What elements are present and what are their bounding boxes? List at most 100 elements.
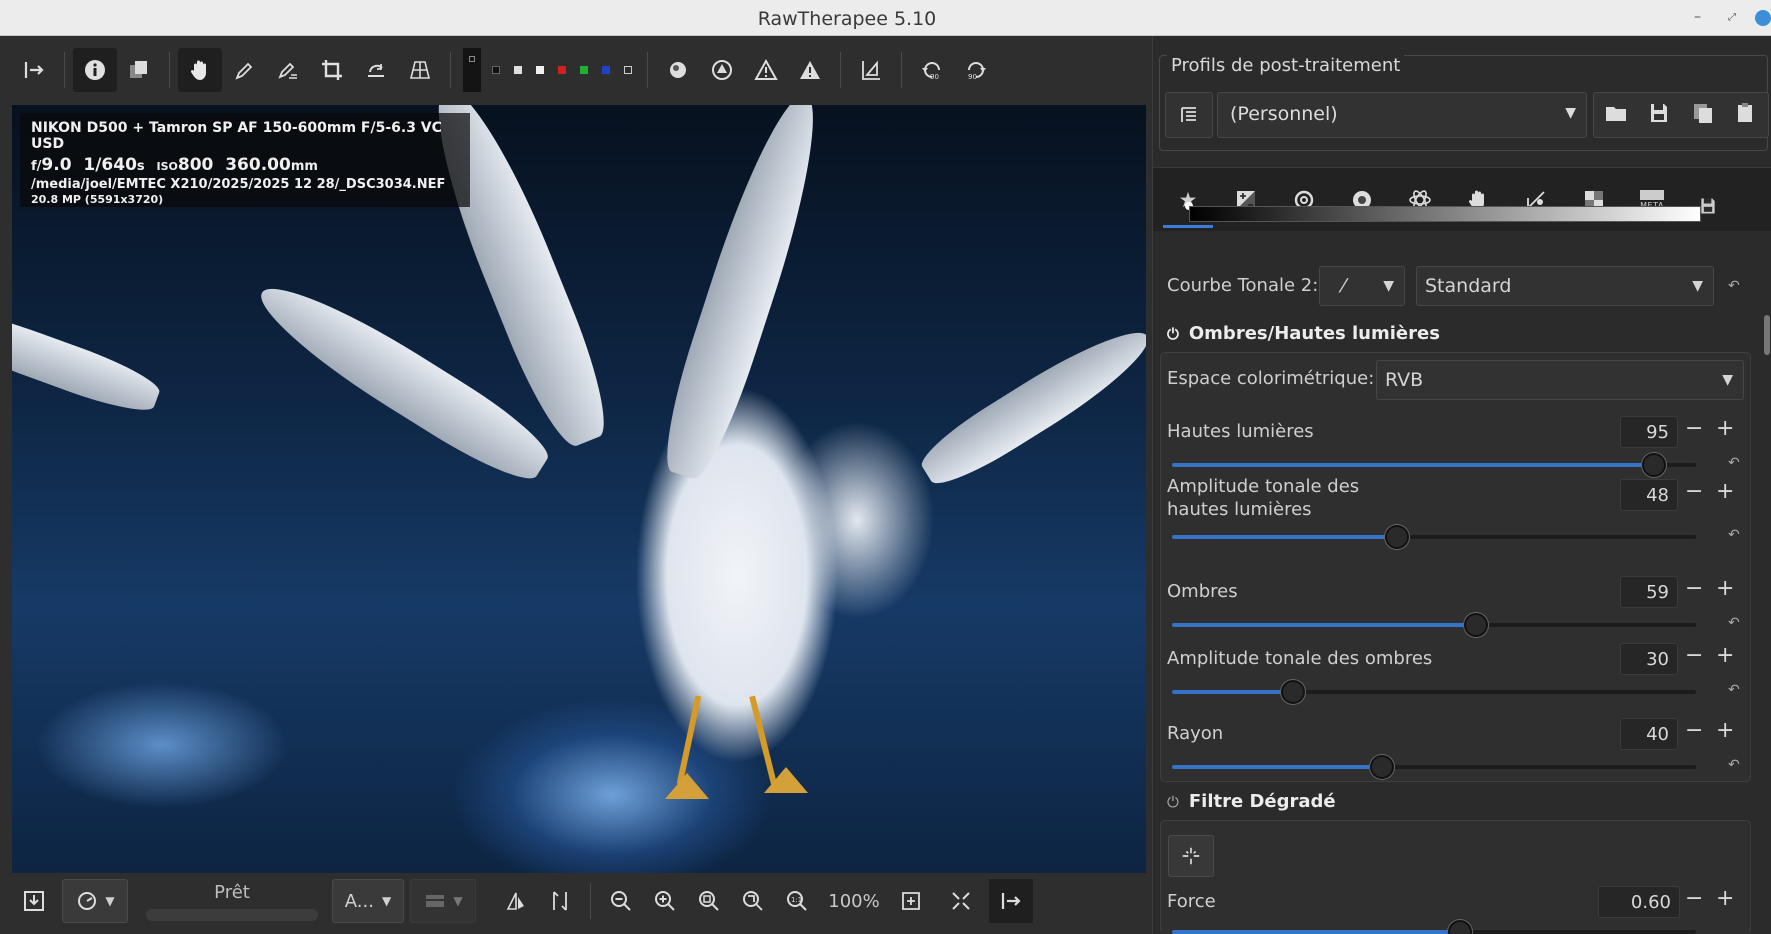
slider-track[interactable] (1172, 680, 1696, 704)
reset-icon[interactable]: ↶ (1728, 455, 1740, 471)
save-curve-icon[interactable] (1698, 196, 1718, 221)
copy-profile-icon[interactable] (1691, 101, 1715, 130)
curve-mode-select[interactable]: Standard ▼ (1416, 266, 1714, 306)
minus-button[interactable]: − (1685, 718, 1703, 743)
fullscreen-icon[interactable] (939, 879, 983, 923)
before-after-icon[interactable] (117, 48, 161, 92)
zoom-in-icon[interactable] (643, 879, 687, 923)
shadow-clipping-icon[interactable] (700, 48, 744, 92)
exif-f-prefix: f/ (31, 159, 42, 174)
slider-value[interactable]: 30 (1620, 643, 1678, 675)
highlight-clipping-warning-icon[interactable] (744, 48, 788, 92)
plus-button[interactable]: + (1716, 886, 1734, 911)
minus-button[interactable]: − (1685, 416, 1703, 441)
minus-button[interactable]: − (1685, 576, 1703, 601)
info-icon[interactable] (73, 48, 117, 92)
queue-combo[interactable]: ▼ (62, 879, 128, 923)
force-slider[interactable] (1172, 920, 1696, 934)
minus-button[interactable]: − (1685, 643, 1703, 668)
preview-luminance-swatch[interactable] (624, 66, 632, 74)
slider-label: Ombres (1167, 581, 1238, 602)
slider-value[interactable]: 48 (1620, 479, 1678, 511)
preview-image[interactable] (12, 105, 1146, 873)
shadows-highlights-header[interactable]: ⏻ Ombres/Hautes lumières (1167, 323, 1440, 344)
graduated-filter-header[interactable]: ⏻ Filtre Dégradé (1167, 791, 1336, 812)
profile-mode-combo[interactable]: A... ▼ (332, 879, 404, 923)
slider-value[interactable]: 95 (1620, 416, 1678, 448)
focus-mask-icon[interactable] (656, 48, 700, 92)
curve-type-select[interactable]: ⁄ ▼ (1319, 266, 1405, 306)
slider-track[interactable] (1172, 613, 1696, 637)
straighten-icon[interactable] (354, 48, 398, 92)
flip-vertical-icon[interactable] (538, 879, 582, 923)
shadow-clipping-warning-icon[interactable] (788, 48, 832, 92)
save-image-icon[interactable] (12, 879, 56, 923)
bottom-separator (590, 883, 591, 919)
zoom-fit-icon[interactable] (687, 879, 731, 923)
plus-button[interactable]: + (1716, 416, 1734, 441)
status-text: Prêt (214, 881, 250, 903)
curve-type-icon: ⁄ (1342, 275, 1346, 297)
white-balance-picker-icon[interactable] (222, 48, 266, 92)
open-profile-icon[interactable] (1604, 101, 1628, 130)
reset-icon[interactable]: ↶ (1728, 278, 1740, 294)
perspective-icon[interactable] (398, 48, 442, 92)
slider-knob[interactable] (1463, 613, 1488, 637)
dropdown-arrow-icon: ▼ (1383, 278, 1394, 294)
reset-icon[interactable]: ↶ (1728, 682, 1740, 698)
color-picker-icon[interactable] (266, 48, 310, 92)
preview-swatch[interactable] (492, 66, 500, 74)
slider-knob[interactable] (1280, 680, 1305, 704)
graduated-filter-edit-icon[interactable] (1168, 835, 1214, 877)
plus-button[interactable]: + (1716, 576, 1734, 601)
reset-icon[interactable]: ↶ (1728, 615, 1740, 631)
crop-icon[interactable] (310, 48, 354, 92)
minus-button[interactable]: − (1685, 479, 1703, 504)
zoom-out-icon[interactable] (599, 879, 643, 923)
power-icon[interactable]: ⏻ (1167, 793, 1179, 811)
preview-green-swatch[interactable] (580, 66, 588, 74)
hand-tool-icon[interactable] (178, 48, 222, 92)
slider-knob[interactable] (1369, 755, 1394, 779)
preview-swatch[interactable] (536, 66, 544, 74)
close-button[interactable] (1755, 10, 1771, 26)
minimize-button[interactable]: – (1694, 9, 1701, 25)
output-combo[interactable]: ▼ (410, 879, 476, 923)
power-icon[interactable]: ⏻ (1167, 325, 1179, 343)
slider-value[interactable]: 40 (1620, 718, 1678, 750)
plus-button[interactable]: + (1716, 479, 1734, 504)
rotate-right-icon[interactable]: 90 (954, 48, 998, 92)
slider-track[interactable] (1172, 525, 1696, 549)
minus-button[interactable]: − (1685, 886, 1703, 911)
reset-icon[interactable]: ↶ (1728, 527, 1740, 543)
hide-tool-panel-icon[interactable] (989, 879, 1033, 923)
histogram-icon[interactable] (849, 48, 893, 92)
profile-select[interactable]: (Personnel) ▼ (1217, 92, 1587, 138)
zoom-100-icon[interactable]: 1:1 (775, 879, 819, 923)
reset-icon[interactable]: ↶ (1728, 757, 1740, 773)
panel-scrollbar[interactable] (1764, 315, 1770, 355)
slider-track[interactable] (1172, 453, 1696, 477)
preview-blue-swatch[interactable] (602, 66, 610, 74)
save-profile-icon[interactable] (1647, 101, 1671, 130)
zoom-fit-crop-icon[interactable] (731, 879, 775, 923)
slider-value[interactable]: 59 (1620, 576, 1678, 608)
slider-knob[interactable] (1642, 453, 1667, 477)
preview-rgb-swatch[interactable] (463, 48, 481, 92)
slider-label: Rayon (1167, 723, 1224, 744)
flip-horizontal-icon[interactable] (494, 879, 538, 923)
rotate-left-icon[interactable]: 90 (910, 48, 954, 92)
force-value[interactable]: 0.60 (1598, 886, 1680, 918)
output-icon (426, 895, 445, 907)
profile-list-icon[interactable] (1165, 92, 1213, 138)
hide-history-panel-icon[interactable] (12, 48, 56, 92)
preview-swatch[interactable] (514, 66, 522, 74)
slider-track[interactable] (1172, 755, 1696, 779)
colorspace-select[interactable]: RVB ▼ (1376, 360, 1744, 400)
maximize-button[interactable]: ⤢ (1728, 12, 1736, 23)
plus-button[interactable]: + (1716, 643, 1734, 668)
plus-button[interactable]: + (1716, 718, 1734, 743)
new-detail-window-icon[interactable] (889, 879, 933, 923)
preview-red-swatch[interactable] (558, 66, 566, 74)
paste-profile-icon[interactable] (1734, 101, 1758, 130)
